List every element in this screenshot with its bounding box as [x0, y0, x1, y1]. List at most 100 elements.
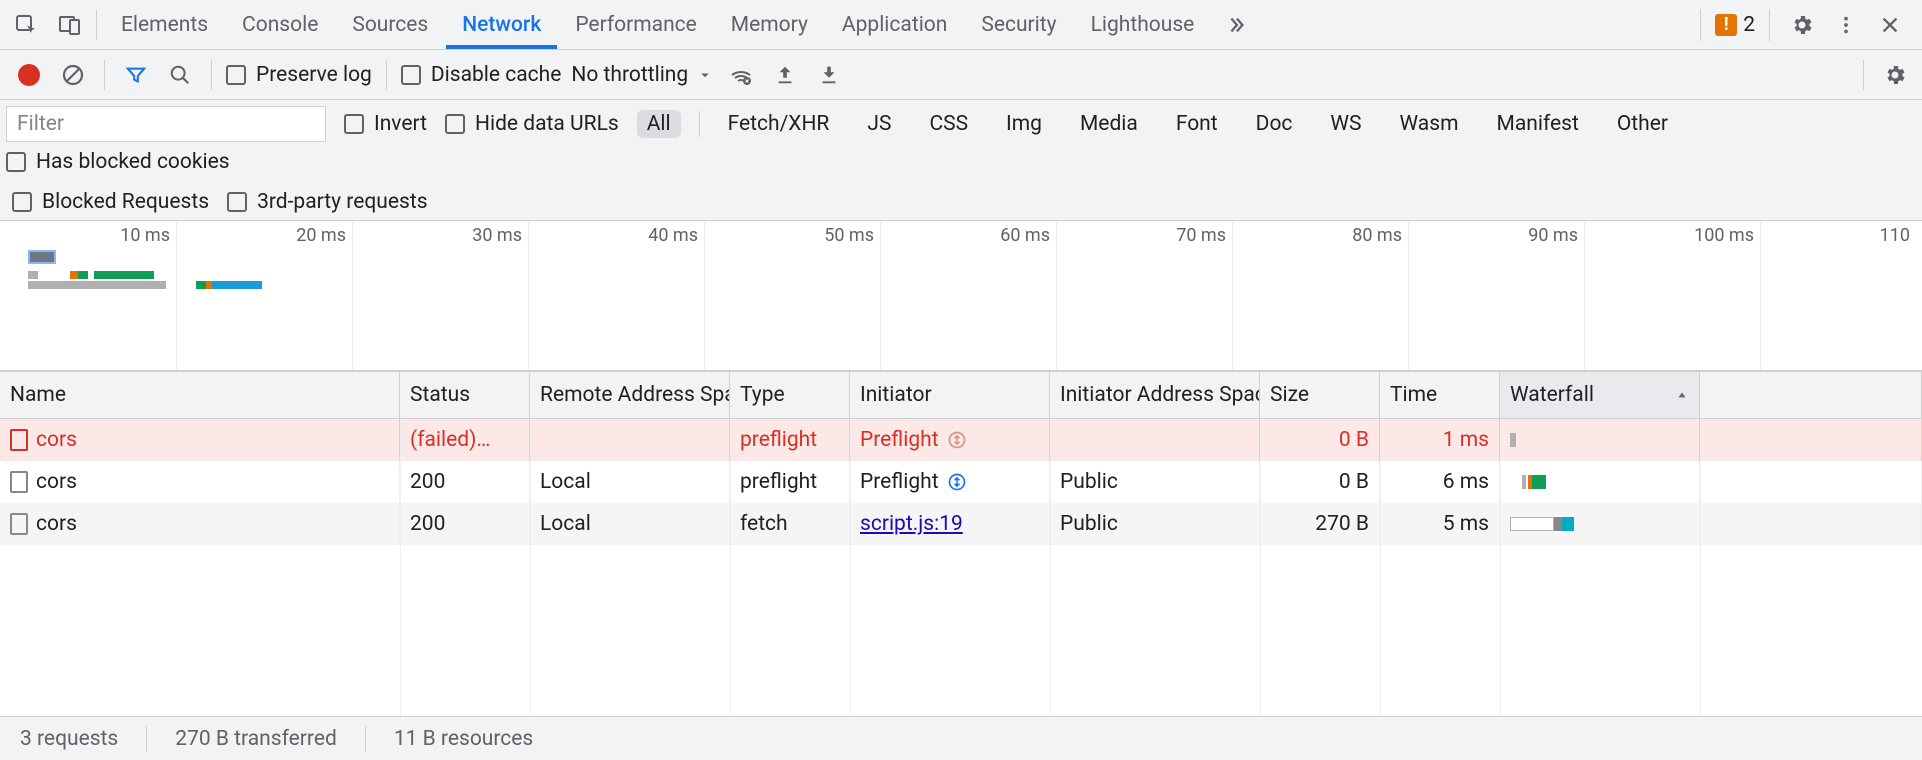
column-header[interactable]	[1700, 372, 1922, 418]
table-header: NameStatusRemote Address SpaceTypeInitia…	[0, 371, 1922, 419]
preserve-log-checkbox[interactable]: Preserve log	[226, 63, 372, 87]
tab-lighthouse[interactable]: Lighthouse	[1091, 0, 1195, 49]
has-blocked-cookies-checkbox[interactable]: Has blocked cookies	[6, 150, 230, 174]
issues-count: 2	[1743, 13, 1755, 37]
blocked-requests-checkbox[interactable]: Blocked Requests	[12, 190, 209, 214]
file-icon	[10, 429, 28, 451]
filter-chip-other[interactable]: Other	[1607, 110, 1678, 138]
initiator-cell: script.js:19	[850, 503, 1050, 545]
filter-chip-css[interactable]: CSS	[919, 110, 978, 138]
overview-tick	[1408, 221, 1409, 370]
devtools-tabbar: Elements Console Sources Network Performance…	[0, 0, 1922, 50]
column-header[interactable]: Name	[0, 372, 400, 418]
device-toggle-icon[interactable]	[48, 3, 92, 47]
overview-tick-label: 50 ms	[824, 225, 880, 246]
clear-button-icon[interactable]	[56, 58, 90, 92]
remote-address-cell: Local	[530, 503, 730, 545]
filter-chip-wasm[interactable]: Wasm	[1390, 110, 1469, 138]
initiator-link[interactable]: script.js:19	[860, 512, 963, 536]
third-party-checkbox[interactable]: 3rd-party requests	[227, 190, 427, 214]
more-tabs-chevron-icon[interactable]	[1214, 3, 1258, 47]
initiator-cell: Preflight	[850, 461, 1050, 503]
tab-elements[interactable]: Elements	[121, 0, 208, 49]
third-party-label: 3rd-party requests	[257, 190, 427, 214]
column-header[interactable]: Waterfall	[1500, 372, 1700, 418]
column-header-label: Remote Address Space	[540, 383, 730, 407]
kebab-menu-icon[interactable]	[1824, 3, 1868, 47]
type-cell: fetch	[730, 503, 850, 545]
hide-data-urls-checkbox[interactable]: Hide data URLs	[445, 112, 619, 136]
record-button[interactable]	[12, 58, 46, 92]
column-header[interactable]: Size	[1260, 372, 1380, 418]
overview-tick	[1232, 221, 1233, 370]
tab-network[interactable]: Network	[462, 0, 541, 49]
filter-chip-all[interactable]: All	[637, 110, 681, 138]
close-devtools-icon[interactable]	[1868, 3, 1912, 47]
overview-tick	[1760, 221, 1761, 370]
table-body: cors(failed)…preflightPreflight 0 B1 msc…	[0, 419, 1922, 716]
filter-funnel-icon[interactable]	[119, 58, 153, 92]
tab-memory[interactable]: Memory	[731, 0, 808, 49]
request-name: cors	[36, 512, 77, 536]
tab-sources[interactable]: Sources	[352, 0, 428, 49]
filter-chip-doc[interactable]: Doc	[1246, 110, 1303, 138]
filter-chip-media[interactable]: Media	[1070, 110, 1148, 138]
filter-input[interactable]: Filter	[6, 106, 326, 142]
settings-gear-icon[interactable]	[1780, 3, 1824, 47]
column-header[interactable]: Type	[730, 372, 850, 418]
column-header[interactable]: Initiator	[850, 372, 1050, 418]
download-har-icon[interactable]	[812, 58, 846, 92]
column-header-label: Name	[10, 383, 66, 407]
tab-application[interactable]: Application	[842, 0, 947, 49]
invert-checkbox[interactable]: Invert	[344, 112, 427, 136]
throttling-select[interactable]: No throttling	[571, 63, 714, 87]
disable-cache-checkbox[interactable]: Disable cache	[401, 63, 562, 87]
network-request-table: NameStatusRemote Address SpaceTypeInitia…	[0, 371, 1922, 716]
overview-tick-label: 40 ms	[648, 225, 704, 246]
	[1700, 461, 1922, 503]
column-header[interactable]: Time	[1380, 372, 1500, 418]
overview-selection-handle[interactable]	[28, 250, 56, 264]
issues-badge[interactable]: ! 2	[1700, 9, 1770, 41]
column-header[interactable]: Initiator Address Space	[1050, 372, 1260, 418]
overview-tick-label: 30 ms	[472, 225, 528, 246]
overview-bars-2	[28, 281, 262, 305]
table-row[interactable]: cors200Localfetchscript.js:19Public270 B…	[0, 503, 1922, 545]
overview-tick-label: 90 ms	[1528, 225, 1584, 246]
chevron-down-icon	[696, 66, 714, 84]
column-header[interactable]: Status	[400, 372, 530, 418]
network-settings-gear-icon[interactable]	[1878, 58, 1912, 92]
initiator-address-cell: Public	[1050, 461, 1260, 503]
filter-chip-manifest[interactable]: Manifest	[1487, 110, 1589, 138]
tab-performance[interactable]: Performance	[575, 0, 696, 49]
divider	[211, 60, 212, 90]
tab-console[interactable]: Console	[242, 0, 318, 49]
overview-tick	[704, 221, 705, 370]
table-row[interactable]: cors(failed)…preflightPreflight 0 B1 ms	[0, 419, 1922, 461]
request-name: cors	[36, 470, 77, 494]
file-icon	[10, 471, 28, 493]
tab-security[interactable]: Security	[981, 0, 1056, 49]
overview-tick	[352, 221, 353, 370]
name-cell: cors	[0, 419, 400, 461]
overview-tick	[528, 221, 529, 370]
network-conditions-icon[interactable]	[724, 58, 758, 92]
column-header-label: Time	[1390, 383, 1437, 407]
divider	[96, 10, 97, 40]
search-icon[interactable]	[163, 58, 197, 92]
table-row[interactable]: cors200LocalpreflightPreflight Public0 B…	[0, 461, 1922, 503]
network-overview-timeline[interactable]: 10 ms20 ms30 ms40 ms50 ms60 ms70 ms80 ms…	[0, 221, 1922, 371]
filter-chip-ws[interactable]: WS	[1320, 110, 1371, 138]
status-resources: 11 B resources	[394, 727, 533, 751]
filter-chip-js[interactable]: JS	[857, 110, 901, 138]
upload-har-icon[interactable]	[768, 58, 802, 92]
inspect-element-icon[interactable]	[4, 3, 48, 47]
disable-cache-label: Disable cache	[431, 63, 562, 87]
size-cell: 0 B	[1260, 419, 1380, 461]
column-header[interactable]: Remote Address Space	[530, 372, 730, 418]
filter-chip-fetch-xhr[interactable]: Fetch/XHR	[718, 110, 840, 138]
column-header-label: Size	[1270, 383, 1309, 407]
filter-chip-font[interactable]: Font	[1166, 110, 1228, 138]
filter-chip-img[interactable]: Img	[996, 110, 1052, 138]
divider	[1863, 60, 1864, 90]
